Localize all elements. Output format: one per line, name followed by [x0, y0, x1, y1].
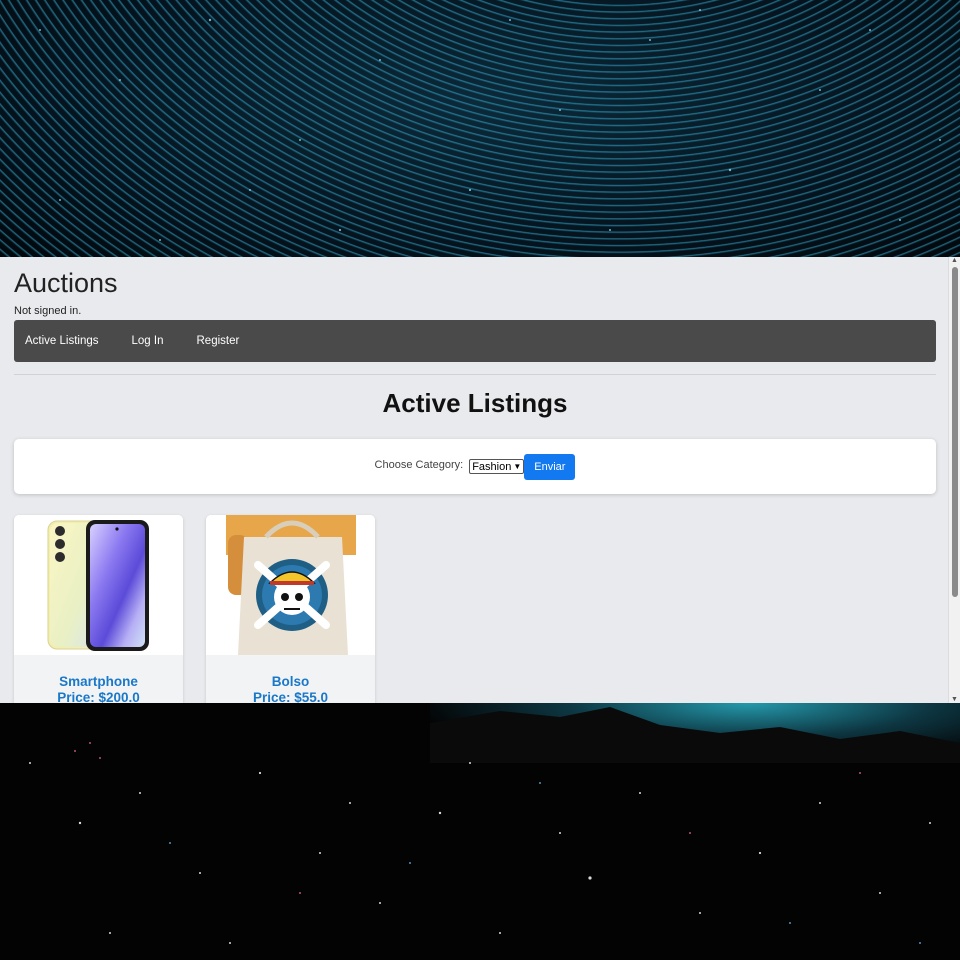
chevron-down-icon: ▼ [513, 462, 522, 471]
submit-button[interactable]: Enviar [524, 453, 576, 480]
category-selected-value: Fashion [472, 460, 512, 473]
category-select[interactable]: Fashion ▼ [469, 459, 525, 474]
starry-background-top [0, 0, 960, 257]
listing-title[interactable]: Bolso [206, 674, 375, 690]
vertical-scrollbar[interactable]: ▲ ▼ [948, 257, 960, 703]
starry-background-bottom [0, 703, 960, 960]
listing-info: Bolso Price: $55.0 [206, 655, 375, 703]
star-trails [39, 9, 941, 241]
listing-card[interactable]: Smartphone Price: $200.0 [14, 515, 183, 703]
page-content: Auctions Not signed in. Active Listings … [14, 257, 936, 703]
listing-price: Price: $200.0 [57, 690, 140, 703]
nav-link-active-listings[interactable]: Active Listings [25, 335, 99, 347]
listing-info: Smartphone Price: $200.0 [14, 655, 183, 703]
listing-card[interactable]: Bolso Price: $55.0 [206, 515, 375, 703]
divider [14, 374, 936, 375]
smartphone-image[interactable] [14, 515, 183, 655]
site-title: Auctions [14, 268, 118, 298]
scroll-up-icon[interactable]: ▲ [951, 257, 958, 264]
night-sky-stars [29, 707, 960, 944]
category-label: Choose Category: [374, 458, 464, 471]
nav-link-register[interactable]: Register [197, 335, 240, 347]
page-heading: Active Listings [382, 388, 568, 418]
navbar: Active Listings Log In Register [14, 320, 936, 362]
signin-status: Not signed in. [14, 305, 82, 317]
category-filter-form: Choose Category: Fashion ▼ Enviar [14, 439, 936, 494]
tote-bag-image[interactable] [206, 515, 375, 655]
listing-price: Price: $55.0 [252, 690, 329, 703]
listings-grid: Smartphone Price: $200.0 Bolso Price: $5… [14, 515, 936, 703]
scroll-down-icon[interactable]: ▼ [951, 696, 958, 703]
browser-window: Auctions Not signed in. Active Listings … [0, 257, 960, 703]
listing-title[interactable]: Smartphone [14, 674, 183, 690]
scrollbar-thumb[interactable] [952, 267, 958, 597]
nav-link-log-in[interactable]: Log In [132, 335, 164, 347]
